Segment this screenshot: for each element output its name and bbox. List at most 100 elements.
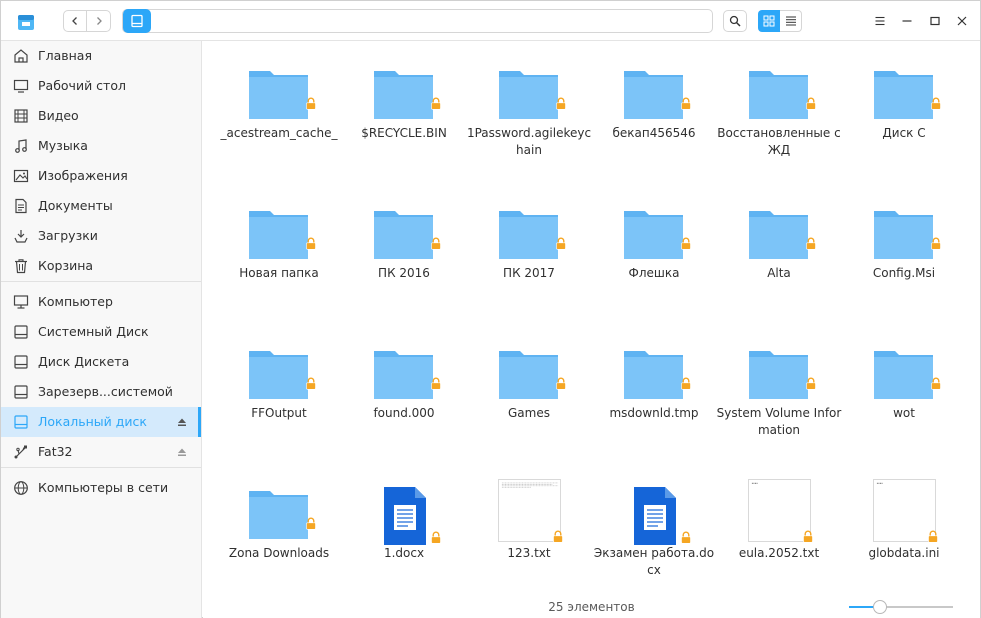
folder-icon [499, 71, 558, 119]
file-name: Alta [767, 266, 791, 280]
sidebar-item-5[interactable]: Документы [1, 191, 201, 221]
eject-icon[interactable] [177, 417, 187, 427]
sidebar-item-label: Компьютер [38, 294, 113, 309]
lock-icon [680, 375, 692, 390]
title-bar [1, 1, 980, 41]
list-view-button[interactable] [780, 10, 802, 32]
folder-icon [624, 211, 683, 259]
chevron-left-icon [72, 17, 77, 25]
file-name: 1Password.agilekeychain [466, 126, 592, 157]
file-name: Флешка [628, 266, 680, 280]
maximize-icon [930, 16, 940, 26]
file-item[interactable]: Диск С [841, 49, 967, 187]
file-item[interactable]: Config.Msi [841, 189, 967, 327]
file-item[interactable]: 1.docx [341, 469, 467, 607]
folder-icon [749, 211, 808, 259]
sidebar-item-label: Fat32 [38, 444, 73, 459]
minimize-button[interactable] [897, 11, 917, 31]
zoom-slider[interactable] [849, 598, 953, 616]
sidebar-item-3[interactable]: Музыка [1, 131, 201, 161]
file-item[interactable]: 1Password.agilekeychain [466, 49, 592, 187]
computer-icon [13, 294, 29, 310]
file-item[interactable]: $RECYCLE.BIN [341, 49, 467, 187]
file-item[interactable]: wot [841, 329, 967, 467]
file-name: System Volume Information [716, 406, 842, 437]
file-item[interactable]: msdownld.tmp [591, 329, 717, 467]
file-item[interactable]: eula.2052.txt [716, 469, 842, 607]
back-button[interactable] [63, 10, 87, 32]
sidebar-item-label: Главная [38, 48, 92, 63]
location-button[interactable] [123, 9, 151, 33]
folder-icon [374, 211, 433, 259]
icon-view-button[interactable] [758, 10, 780, 32]
trash-icon [13, 258, 29, 274]
lock-icon [802, 528, 814, 543]
folder-icon [499, 211, 558, 259]
home-icon [13, 48, 29, 64]
sidebar-item-8[interactable]: Компьютер [1, 287, 201, 317]
lock-icon [680, 235, 692, 250]
file-item[interactable]: FFOutput [216, 329, 342, 467]
file-item[interactable]: Флешка [591, 189, 717, 327]
file-item[interactable]: ПК 2016 [341, 189, 467, 327]
maximize-button[interactable] [925, 11, 945, 31]
file-item[interactable]: бекап456546 [591, 49, 717, 187]
address-bar[interactable] [122, 9, 713, 33]
file-item[interactable]: Alta [716, 189, 842, 327]
sidebar-divider [1, 281, 201, 282]
menu-button[interactable] [870, 11, 890, 31]
sidebar-item-0[interactable]: Главная [1, 41, 201, 71]
file-item[interactable]: Новая папка [216, 189, 342, 327]
file-item[interactable]: 123.txt [466, 469, 592, 607]
download-icon [13, 228, 29, 244]
sidebar-item-1[interactable]: Рабочий стол [1, 71, 201, 101]
search-icon [729, 15, 741, 27]
file-item[interactable]: ПК 2017 [466, 189, 592, 327]
close-button[interactable] [952, 11, 972, 31]
grid-icon [763, 15, 775, 27]
lock-icon [930, 375, 942, 390]
eject-icon[interactable] [177, 447, 187, 457]
sidebar-item-9[interactable]: Системный Диск [1, 317, 201, 347]
sidebar-item-2[interactable]: Видео [1, 101, 201, 131]
minimize-icon [902, 20, 912, 22]
sidebar-item-6[interactable]: Загрузки [1, 221, 201, 251]
file-item[interactable]: _acestream_cache_ [216, 49, 342, 187]
sidebar-item-label: Видео [38, 108, 79, 123]
file-item[interactable]: Экзамен работа.docx [591, 469, 717, 607]
file-item[interactable]: Games [466, 329, 592, 467]
sidebar-item-11[interactable]: Зарезерв...системой [1, 377, 201, 407]
file-item[interactable]: Zona Downloads [216, 469, 342, 607]
sidebar-item-12[interactable]: Локальный диск [1, 407, 201, 437]
sidebar-item-13[interactable]: Fat32 [1, 437, 201, 467]
file-item[interactable]: globdata.ini [841, 469, 967, 607]
file-name: $RECYCLE.BIN [361, 126, 447, 140]
lock-icon [305, 95, 317, 110]
desktop-icon [13, 78, 29, 94]
lock-icon [555, 95, 567, 110]
file-name: 1.docx [383, 546, 425, 560]
file-item[interactable]: System Volume Information [716, 329, 842, 467]
hamburger-icon [875, 16, 885, 26]
sidebar-item-label: Компьютеры в сети [38, 480, 169, 495]
folder-icon [624, 351, 683, 399]
folder-icon [249, 351, 308, 399]
file-item[interactable]: Восстановленные с ЖД [716, 49, 842, 187]
lock-icon [805, 235, 817, 250]
folder-icon [249, 211, 308, 259]
folder-icon [499, 351, 558, 399]
sidebar-item-7[interactable]: Корзина [1, 251, 201, 281]
search-button[interactable] [723, 10, 747, 32]
document-icon [13, 198, 29, 214]
sidebar-item-14[interactable]: Компьютеры в сети [1, 473, 201, 503]
lock-icon [805, 375, 817, 390]
lock-icon [930, 235, 942, 250]
lock-icon [430, 235, 442, 250]
forward-button[interactable] [87, 10, 111, 32]
sidebar-item-4[interactable]: Изображения [1, 161, 201, 191]
sidebar-divider [1, 467, 201, 468]
sidebar-item-10[interactable]: Диск Дискета [1, 347, 201, 377]
lock-icon [305, 375, 317, 390]
file-name: FFOutput [251, 406, 307, 420]
file-item[interactable]: found.000 [341, 329, 467, 467]
